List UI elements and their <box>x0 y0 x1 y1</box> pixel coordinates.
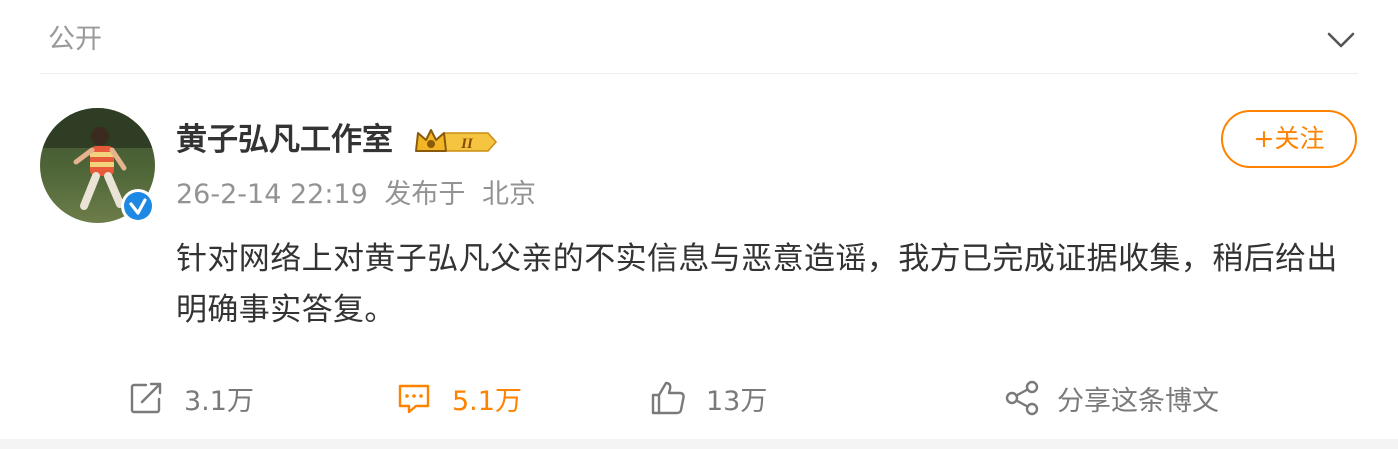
repost-count: 3.1万 <box>184 385 254 417</box>
crown-vip-level-II-icon[interactable]: II <box>414 125 500 159</box>
like-count: 13万 <box>706 385 768 417</box>
repost-button[interactable]: 3.1万 <box>126 370 254 426</box>
verified-badge-icon <box>120 188 156 224</box>
visibility-bar[interactable]: 公开 <box>0 0 1398 74</box>
post-time[interactable]: 26-2-14 22:19 <box>176 179 368 210</box>
bottom-separator <box>0 439 1398 449</box>
post-location: 北京 <box>481 179 536 210</box>
author-name[interactable]: 黄子弘凡工作室 <box>176 120 393 160</box>
post-meta: 26-2-14 22:19 发布于 北京 <box>176 178 536 212</box>
divider <box>40 73 1358 74</box>
follow-button[interactable]: +关注 <box>1221 110 1357 168</box>
comment-button[interactable]: 5.1万 <box>394 370 522 426</box>
share-label: 分享这条博文 <box>1057 385 1219 417</box>
like-button[interactable]: 13万 <box>648 370 767 426</box>
thumbs-up-icon <box>651 381 685 415</box>
visibility-label: 公开 <box>48 24 102 55</box>
chevron-down-icon[interactable] <box>1323 22 1359 58</box>
comment-count: 5.1万 <box>452 385 522 417</box>
vip-level-text: II <box>460 136 474 152</box>
post-text: 针对网络上对黄子弘凡父亲的不实信息与恶意造谣，我方已完成证据收集，稍后给出明确事… <box>176 241 1338 328</box>
share-icon <box>1005 380 1039 416</box>
action-bar: 3.1万 5.1万 13万 分享这条博文 <box>0 370 1398 426</box>
comment-icon <box>398 384 430 414</box>
published-at-label: 发布于 <box>384 179 466 210</box>
repost-icon <box>130 382 162 414</box>
share-button[interactable]: 分享这条博文 <box>1003 370 1219 426</box>
